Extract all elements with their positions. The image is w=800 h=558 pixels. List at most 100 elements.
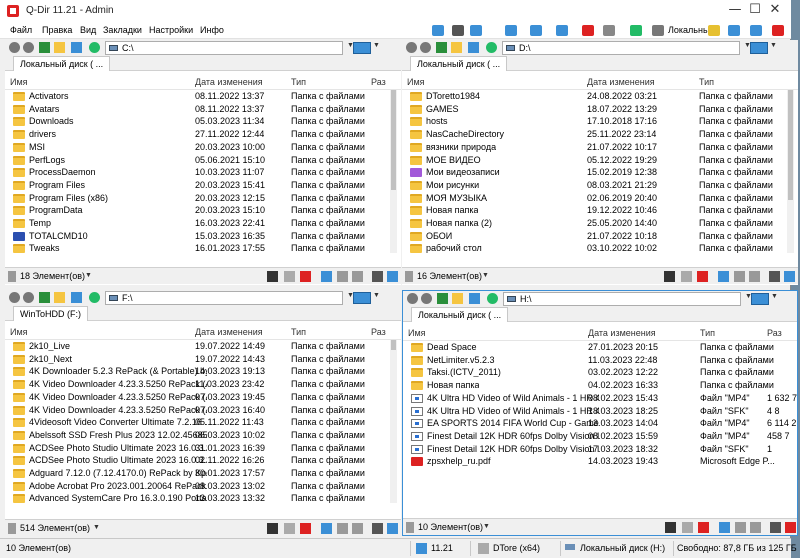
file-row[interactable]: Abelssoft SSD Fresh Plus 2023 12.02.4568… bbox=[5, 429, 401, 442]
file-row[interactable]: Avatars 08.11.2022 13:37 Папка с файлами bbox=[5, 103, 401, 116]
file-row[interactable]: drivers 27.11.2022 12:44 Папка с файлами bbox=[5, 128, 401, 141]
path-box[interactable]: D:\ bbox=[502, 41, 740, 55]
file-row[interactable]: Adguard 7.12.0 (7.12.4170.0) RePack by K… bbox=[5, 467, 401, 480]
paste-icon[interactable] bbox=[749, 271, 760, 282]
back-icon[interactable] bbox=[406, 42, 417, 53]
properties-icon[interactable] bbox=[785, 522, 796, 533]
up-icon[interactable] bbox=[436, 42, 447, 53]
view-mode-icon[interactable] bbox=[353, 42, 371, 54]
file-row[interactable]: Program Files (x86) 20.03.2023 12:15 Папка… bbox=[5, 192, 401, 205]
file-row[interactable]: Downloads 05.03.2023 11:34 Папка с файлами bbox=[5, 115, 401, 128]
menu-file[interactable]: Файл bbox=[10, 25, 32, 35]
forward-icon[interactable] bbox=[421, 293, 432, 304]
refresh-icon[interactable] bbox=[486, 42, 497, 53]
tab-active[interactable]: Локальный диск ( ... bbox=[410, 56, 508, 71]
view-icon[interactable] bbox=[71, 292, 82, 303]
vertical-scrollbar[interactable] bbox=[787, 90, 794, 253]
file-row[interactable]: Новая папка 19.12.2022 10:46 Папка с файла… bbox=[402, 204, 798, 217]
file-row[interactable]: Dead Space 27.01.2023 20:15 Папка с файлам… bbox=[403, 341, 797, 354]
file-row[interactable]: PerfLogs 05.06.2021 15:10 Папка с файлами bbox=[5, 154, 401, 167]
col-type[interactable]: Тип bbox=[700, 328, 715, 338]
col-date[interactable]: Дата изменения bbox=[195, 327, 263, 337]
favorites-icon[interactable] bbox=[582, 25, 594, 36]
mail-icon[interactable] bbox=[284, 523, 295, 534]
file-row[interactable]: 2k10_Next 19.07.2022 14:43 Папка с файлами bbox=[5, 353, 401, 366]
col-size[interactable]: Раз bbox=[371, 327, 386, 337]
copy-icon[interactable] bbox=[735, 522, 746, 533]
bolt-icon[interactable] bbox=[267, 271, 278, 282]
grid-2-icon[interactable] bbox=[530, 25, 542, 36]
delete-icon[interactable] bbox=[300, 271, 311, 282]
tools-icon[interactable] bbox=[603, 25, 615, 36]
mail-icon[interactable] bbox=[681, 271, 692, 282]
cut-icon[interactable] bbox=[719, 522, 730, 533]
bolt-icon[interactable] bbox=[665, 522, 676, 533]
file-row[interactable]: DToretto1984 24.08.2022 03:21 Папка с файл… bbox=[402, 90, 798, 103]
col-type[interactable]: Тип bbox=[291, 327, 306, 337]
file-row[interactable]: Adobe Acrobat Pro 2023.001.20064 RePack … bbox=[5, 480, 401, 493]
close-button[interactable]: ✕ bbox=[755, 0, 795, 22]
file-row[interactable]: MSI 20.03.2023 10:00 Папка с файлами bbox=[5, 141, 401, 154]
menu-bookmarks[interactable]: Закладки bbox=[103, 25, 142, 35]
file-row[interactable]: zpsxhelp_ru.pdf 14.03.2023 19:43 Microsoft… bbox=[403, 455, 797, 468]
col-date[interactable]: Дата изменения bbox=[588, 328, 656, 338]
path-box[interactable]: C:\ bbox=[105, 41, 343, 55]
file-row[interactable]: 4K Video Downloader 4.23.3.5250 RePack (… bbox=[5, 404, 401, 417]
cut-icon[interactable] bbox=[321, 523, 332, 534]
folder-icon[interactable] bbox=[54, 292, 65, 303]
up-icon[interactable] bbox=[437, 293, 448, 304]
file-row[interactable]: рабочий стол 03.10.2022 10:02 Папка с файл… bbox=[402, 242, 798, 255]
refresh-icon[interactable] bbox=[487, 293, 498, 304]
scroll-thumb[interactable] bbox=[391, 340, 396, 350]
properties-icon[interactable] bbox=[387, 271, 398, 282]
file-row[interactable]: 4K Video Downloader 4.23.3.5250 RePack (… bbox=[5, 391, 401, 404]
view-mode-icon[interactable] bbox=[751, 293, 769, 305]
delete-icon[interactable] bbox=[698, 522, 709, 533]
view-icon[interactable] bbox=[469, 293, 480, 304]
paste-icon[interactable] bbox=[750, 522, 761, 533]
menu-edit[interactable]: Правка bbox=[42, 25, 72, 35]
file-row[interactable]: 4K Downloader 5.2.3 RePack (& Portable) … bbox=[5, 365, 401, 378]
computer-icon[interactable] bbox=[652, 25, 664, 36]
file-row[interactable]: ProgramData 20.03.2023 15:10 Папка с файла… bbox=[5, 204, 401, 217]
copy-icon[interactable] bbox=[337, 523, 348, 534]
view-mode-icon[interactable] bbox=[353, 292, 371, 304]
edit-icon[interactable] bbox=[372, 523, 383, 534]
grid-4-icon[interactable] bbox=[470, 25, 482, 36]
col-date[interactable]: Дата изменения bbox=[195, 77, 263, 87]
view-icon[interactable] bbox=[728, 25, 740, 36]
file-row[interactable]: Новая папка (2) 25.05.2020 14:40 Папка с ф… bbox=[402, 217, 798, 230]
folder-icon[interactable] bbox=[451, 42, 462, 53]
paste-icon[interactable] bbox=[352, 523, 363, 534]
col-size[interactable]: Раз bbox=[767, 328, 782, 338]
tab-active[interactable]: WinToHDD (F:) bbox=[13, 306, 88, 321]
grid-1-icon[interactable] bbox=[556, 25, 568, 36]
col-name[interactable]: Имя bbox=[10, 327, 28, 337]
path-box[interactable]: H:\ bbox=[503, 292, 741, 306]
count-dropdown-icon[interactable]: ▼ bbox=[93, 524, 100, 531]
file-row[interactable]: hosts 17.10.2018 17:16 Папка с файлами bbox=[402, 115, 798, 128]
file-row[interactable]: Activators 08.11.2022 13:37 Папка с файлам… bbox=[5, 90, 401, 103]
vertical-scrollbar[interactable] bbox=[390, 90, 397, 253]
mail-icon[interactable] bbox=[284, 271, 295, 282]
hide-icon[interactable] bbox=[452, 25, 464, 36]
menu-view[interactable]: Вид bbox=[80, 25, 96, 35]
file-row[interactable]: 4K Ultra HD Video of Wild Animals - 1 HR… bbox=[403, 405, 797, 418]
col-name[interactable]: Имя bbox=[10, 77, 28, 87]
bolt-icon[interactable] bbox=[267, 523, 278, 534]
col-size[interactable]: Раз bbox=[371, 77, 386, 87]
view-dropdown-icon[interactable]: ▼ bbox=[770, 42, 777, 49]
scroll-thumb[interactable] bbox=[391, 90, 396, 190]
edit-icon[interactable] bbox=[770, 522, 781, 533]
edit-icon[interactable] bbox=[372, 271, 383, 282]
bolt-icon[interactable] bbox=[664, 271, 675, 282]
back-icon[interactable] bbox=[9, 42, 20, 53]
drive-label[interactable]: Локальны bbox=[668, 25, 709, 35]
file-row[interactable]: Finest Detail 12K HDR 60fps Dolby Vision… bbox=[403, 443, 797, 456]
up-icon[interactable] bbox=[39, 42, 50, 53]
file-row[interactable]: Taksi.(ICTV_2011) 03.02.2023 12:22 Папка с… bbox=[403, 366, 797, 379]
file-row[interactable]: ОБОИ 21.07.2022 10:18 Папка с файлами bbox=[402, 230, 798, 243]
up-icon[interactable] bbox=[39, 292, 50, 303]
file-row[interactable]: Мои видеозаписи 15.02.2019 12:38 Папка с ф… bbox=[402, 166, 798, 179]
back-icon[interactable] bbox=[407, 293, 418, 304]
